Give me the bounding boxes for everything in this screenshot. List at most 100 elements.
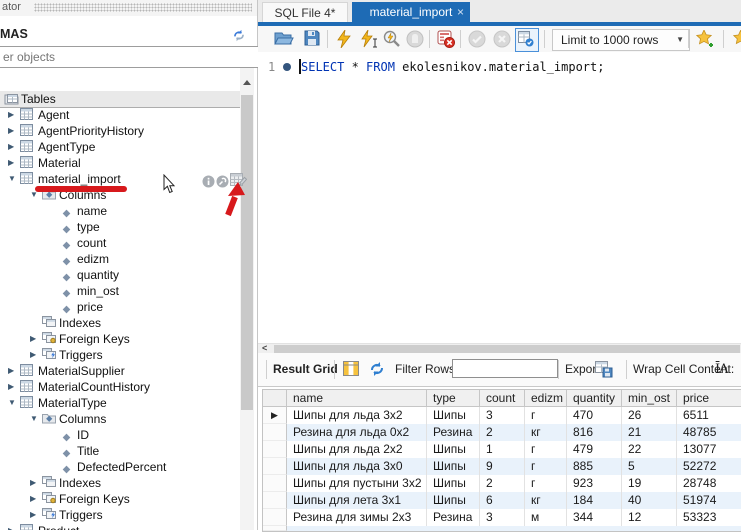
cell-edizm[interactable]: г: [525, 475, 567, 492]
cell-name[interactable]: Шипы для льда 3x0: [287, 458, 427, 475]
tree-item-agenttype[interactable]: ▶AgentType: [0, 139, 240, 155]
tab-sql-file[interactable]: SQL File 4*: [262, 2, 348, 23]
cell-type[interactable]: Шипы: [427, 458, 480, 475]
cell-price[interactable]: 28748: [677, 475, 741, 492]
cell-min_ost[interactable]: 21: [622, 424, 677, 441]
cell-count[interactable]: 2: [480, 475, 525, 492]
tree-item-id[interactable]: ID: [0, 427, 240, 443]
hscroll-thumb[interactable]: [274, 345, 740, 353]
expand-arrow-icon[interactable]: ▶: [30, 491, 36, 507]
expand-arrow-icon[interactable]: ▶: [8, 123, 14, 139]
row-selector[interactable]: [263, 492, 287, 509]
cell-name[interactable]: Шипы для льда 3x2: [287, 407, 427, 424]
cell-min_ost[interactable]: 19: [622, 475, 677, 492]
tree-item-defectedpercent[interactable]: DefectedPercent: [0, 459, 240, 475]
tree-item-edizm[interactable]: edizm: [0, 251, 240, 267]
table-info-icon[interactable]: [202, 175, 215, 191]
cell-quantity[interactable]: 923: [567, 475, 622, 492]
filter-rows-input[interactable]: [452, 359, 558, 378]
cell-edizm[interactable]: г: [525, 458, 567, 475]
collapse-arrow-icon[interactable]: ▼: [30, 411, 38, 427]
cell-name[interactable]: Резина для льда 0x2: [287, 424, 427, 441]
cell-count[interactable]: 2: [480, 424, 525, 441]
cell-name[interactable]: Шипы для пустыни 3x2: [287, 475, 427, 492]
schemas-refresh-icon[interactable]: [232, 29, 246, 45]
table-row[interactable]: Шипы для пустыни 3x2Шипы2г9231928748: [263, 475, 741, 492]
table-row[interactable]: Резина для зимы 2x3Резина3м3441253323: [263, 509, 741, 526]
wrap-cell-content-icon[interactable]: ĪA: [715, 353, 728, 386]
row-selector[interactable]: ▶: [263, 407, 287, 424]
tree-item-min-ost[interactable]: min_ost: [0, 283, 240, 299]
cell-price[interactable]: 51974: [677, 492, 741, 509]
column-header-min_ost[interactable]: min_ost: [622, 390, 677, 407]
cell-type[interactable]: Шипы: [427, 492, 480, 509]
autocommit-toggle[interactable]: [515, 28, 539, 52]
navigator-panel-header[interactable]: ator: [0, 0, 257, 16]
cell-name[interactable]: Резина для зимы 2x3: [287, 509, 427, 526]
scroll-left-icon[interactable]: <: [262, 343, 267, 353]
tree-scrollbar[interactable]: [240, 68, 254, 530]
grid-columns-icon[interactable]: [343, 361, 359, 379]
expand-arrow-icon[interactable]: ▶: [30, 347, 36, 363]
column-header-name[interactable]: name: [287, 390, 427, 407]
row-selector-header[interactable]: [263, 390, 287, 407]
tree-item-triggers[interactable]: ▶Triggers: [0, 507, 240, 523]
expand-arrow-icon[interactable]: ▶: [8, 107, 14, 123]
tree-item-indexes[interactable]: Indexes: [0, 315, 240, 331]
export-icon[interactable]: [595, 361, 613, 381]
column-header-type[interactable]: type: [427, 390, 480, 407]
table-row[interactable]: ▶Шипы для льда 3x2Шипы3г470266511: [263, 407, 741, 424]
row-limit-dropdown[interactable]: Limit to 1000 rows ▼: [552, 29, 690, 51]
expand-arrow-icon[interactable]: ▶: [30, 331, 36, 347]
tree-item-name[interactable]: name: [0, 203, 240, 219]
cell-quantity[interactable]: 479: [567, 441, 622, 458]
scrollbar-thumb[interactable]: [241, 95, 253, 410]
cell-quantity[interactable]: 184: [567, 492, 622, 509]
tree-item-indexes[interactable]: ▶Indexes: [0, 475, 240, 491]
expand-arrow-icon[interactable]: ▶: [8, 379, 14, 395]
cell-price[interactable]: 13077: [677, 441, 741, 458]
cell-min_ost[interactable]: 40: [622, 492, 677, 509]
cell-min_ost[interactable]: 12: [622, 509, 677, 526]
expand-arrow-icon[interactable]: ▶: [8, 363, 14, 379]
cell-edizm[interactable]: м: [525, 509, 567, 526]
row-selector[interactable]: [263, 441, 287, 458]
cell-type[interactable]: Шипы: [427, 475, 480, 492]
tree-item-count[interactable]: count: [0, 235, 240, 251]
cell-edizm[interactable]: кг: [525, 424, 567, 441]
execute-current-icon[interactable]: [359, 30, 379, 48]
cell-edizm[interactable]: кг: [525, 492, 567, 509]
execute-icon[interactable]: [334, 30, 354, 48]
cell-min_ost[interactable]: 5: [622, 458, 677, 475]
collapse-arrow-icon[interactable]: ▼: [8, 171, 16, 187]
tree-item-agent[interactable]: ▶Agent: [0, 107, 240, 123]
table-row[interactable]: Резина для льда 0x2Резина2кг8162148785: [263, 424, 741, 441]
explain-icon[interactable]: [382, 30, 402, 48]
tree-item-materialtype[interactable]: ▼MaterialType: [0, 395, 240, 411]
row-selector[interactable]: [263, 509, 287, 526]
table-row[interactable]: Шипы для льда 2x2Шипы1г4792213077: [263, 441, 741, 458]
column-header-edizm[interactable]: edizm: [525, 390, 567, 407]
expand-arrow-icon[interactable]: ▶: [30, 507, 36, 523]
cell-min_ost[interactable]: 26: [622, 407, 677, 424]
cell-price[interactable]: 6511: [677, 407, 741, 424]
tree-item-materialsupplier[interactable]: ▶MaterialSupplier: [0, 363, 240, 379]
cell-count[interactable]: 9: [480, 458, 525, 475]
cell-quantity[interactable]: 816: [567, 424, 622, 441]
save-icon[interactable]: [302, 30, 322, 48]
tree-item-foreign-keys[interactable]: ▶Foreign Keys: [0, 491, 240, 507]
beautify-icon[interactable]: [733, 30, 741, 48]
tree-item-material[interactable]: ▶Material: [0, 155, 240, 171]
expand-arrow-icon[interactable]: ▶: [8, 139, 14, 155]
collapse-arrow-icon[interactable]: ▼: [8, 395, 16, 411]
cell-count[interactable]: 3: [480, 509, 525, 526]
column-header-count[interactable]: count: [480, 390, 525, 407]
scrollbar-up-icon[interactable]: [243, 80, 251, 85]
cell-min_ost[interactable]: 22: [622, 441, 677, 458]
sql-statement[interactable]: SELECT * FROM ekolesnikov.material_impor…: [301, 60, 604, 74]
stop-on-error-icon[interactable]: [436, 30, 456, 48]
open-file-icon[interactable]: [274, 30, 294, 48]
tree-item-price[interactable]: price: [0, 299, 240, 315]
table-row[interactable]: Шипы для лета 3x1Шипы6кг1844051974: [263, 492, 741, 509]
tree-item-product[interactable]: ▶Product: [0, 523, 240, 530]
